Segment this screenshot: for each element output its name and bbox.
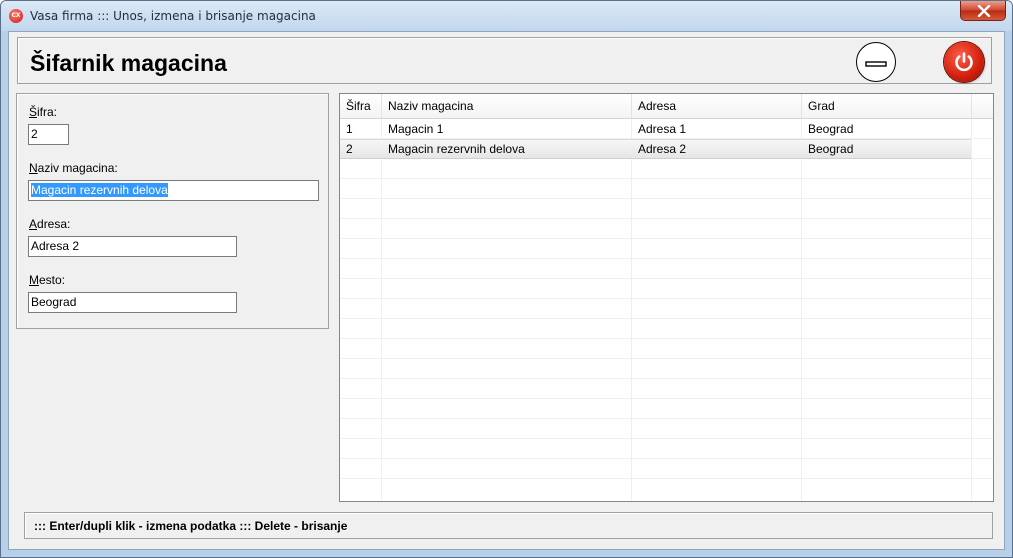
- cell-sifra: 1: [346, 122, 353, 136]
- table-row-selected[interactable]: 2 Magacin rezervnih delova Adresa 2 Beog…: [340, 139, 971, 159]
- cell-grad: Beograd: [808, 122, 854, 136]
- minimize-icon: [865, 61, 887, 67]
- naziv-input[interactable]: Magacin rezervnih delova: [28, 180, 319, 201]
- form-panel: Šifra: 2 Naziv magacina: Magacin rezervn…: [16, 93, 329, 329]
- app-icon[interactable]: CX: [9, 9, 23, 23]
- power-icon: [955, 52, 973, 72]
- cell-naziv: Magacin 1: [388, 122, 444, 136]
- grid-lines: [340, 118, 993, 501]
- close-icon: [977, 5, 991, 17]
- sifra-label: Šifra:: [29, 105, 57, 119]
- cell-adresa: Adresa 2: [638, 142, 687, 156]
- status-bar: ::: Enter/dupli klik - izmena podatka ::…: [24, 512, 993, 539]
- table-row[interactable]: 1 Magacin 1 Adresa 1 Beograd: [340, 119, 971, 139]
- naziv-label: Naziv magacina:: [29, 161, 118, 175]
- header-panel: Šifarnik magacina: [17, 37, 992, 84]
- adresa-label-text: dresa:: [37, 217, 71, 231]
- column-header-adresa[interactable]: Adresa: [632, 94, 802, 118]
- column-header-sifra[interactable]: Šifra: [340, 94, 382, 118]
- cell-sifra: 2: [346, 142, 353, 156]
- mesto-value: Beograd: [31, 295, 77, 309]
- naziv-label-accesskey: N: [29, 161, 38, 175]
- cell-naziv: Magacin rezervnih delova: [388, 142, 525, 156]
- window-title: Vasa firma ::: Unos, izmena i brisanje m…: [30, 9, 316, 23]
- sifra-label-accesskey: Š: [29, 105, 38, 119]
- mesto-input[interactable]: Beograd: [28, 292, 237, 313]
- sifra-value: 2: [31, 127, 38, 141]
- adresa-input[interactable]: Adresa 2: [28, 236, 237, 257]
- mesto-label: Mesto:: [29, 273, 65, 287]
- naziv-label-text: aziv magacina:: [37, 161, 118, 175]
- sifra-input[interactable]: 2: [28, 124, 69, 145]
- magacini-table[interactable]: Šifra Naziv magacina Adresa Grad 1 Magac…: [339, 93, 994, 502]
- column-header-grad[interactable]: Grad: [802, 94, 972, 118]
- adresa-value: Adresa 2: [31, 239, 80, 253]
- adresa-label: Adresa:: [29, 217, 70, 231]
- close-button[interactable]: [960, 1, 1006, 21]
- adresa-label-accesskey: A: [29, 217, 38, 231]
- page-title: Šifarnik magacina: [30, 50, 227, 76]
- column-header-naziv[interactable]: Naziv magacina: [382, 94, 632, 118]
- table-header: Šifra Naziv magacina Adresa Grad: [340, 94, 993, 119]
- minimize-button[interactable]: [856, 42, 896, 82]
- client-area: Šifarnik magacina Šifra: 2 Naziv magacin…: [8, 31, 1005, 550]
- title-bar[interactable]: CX Vasa firma ::: Unos, izmena i brisanj…: [1, 1, 1012, 31]
- naziv-value: Magacin rezervnih delova: [31, 183, 168, 197]
- mesto-label-accesskey: M: [29, 273, 39, 287]
- cell-grad: Beograd: [808, 142, 854, 156]
- sifra-label-text: ifra:: [37, 105, 58, 119]
- app-window: CX Vasa firma ::: Unos, izmena i brisanj…: [0, 0, 1013, 558]
- status-hint: ::: Enter/dupli klik - izmena podatka ::…: [34, 519, 348, 533]
- cell-adresa: Adresa 1: [638, 122, 687, 136]
- mesto-label-text: esto:: [39, 273, 66, 287]
- power-button[interactable]: [944, 42, 984, 82]
